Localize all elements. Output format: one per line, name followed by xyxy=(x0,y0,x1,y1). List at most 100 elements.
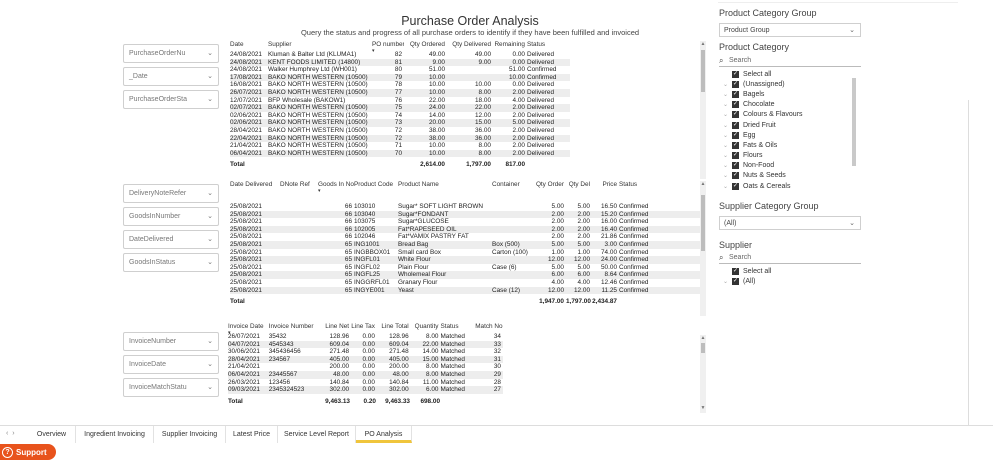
column-header[interactable]: Product Name xyxy=(398,181,492,188)
table-row[interactable]: 02/06/2021 BAKO NORTH WESTERN (10500) 74 14… xyxy=(230,112,570,120)
supplier-category-group-dropdown[interactable]: (All) ⌄ xyxy=(719,216,861,231)
checkbox-icon[interactable]: ✓ xyxy=(732,182,739,190)
column-header[interactable]: Supplier xyxy=(268,41,372,48)
chevron-down-icon[interactable]: ⌄ xyxy=(719,152,732,159)
table-row[interactable]: 12/07/2021 BFP Wholesale (BAKOW1) 76 22.00 1… xyxy=(230,97,570,105)
tab-supplier-invoicing[interactable]: Supplier Invoicing xyxy=(154,426,226,443)
column-header[interactable]: Line Tax xyxy=(351,323,377,330)
column-header[interactable]: DNote Ref xyxy=(280,181,318,188)
chevron-down-icon[interactable]: ⌄ xyxy=(719,172,732,179)
po-table-scrollbar[interactable]: ▲ xyxy=(700,41,706,179)
chevron-down-icon[interactable]: ⌄ xyxy=(719,278,732,285)
column-header[interactable]: Qty Del xyxy=(566,181,592,188)
product-category-search[interactable]: ⌕ Search xyxy=(719,55,861,67)
chevron-down-icon[interactable]: ⌄ xyxy=(719,81,732,88)
category-item[interactable]: ⌄ ✓ Non-Food xyxy=(719,161,861,171)
checkbox-icon[interactable]: ✓ xyxy=(732,172,739,180)
slicer-dropdown[interactable]: GoodsInNumber ⌄ xyxy=(123,207,219,226)
column-header[interactable]: Product Code xyxy=(354,181,398,188)
column-header[interactable]: Goods In No xyxy=(318,181,354,188)
category-item[interactable]: ⌄ ✓ Bagels xyxy=(719,89,861,99)
tab-ingredient-invoicing[interactable]: Ingredient Invoicing xyxy=(76,426,154,443)
column-header[interactable]: Remaining xyxy=(493,41,527,48)
slicer-dropdown[interactable]: DeliveryNoteRefer ⌄ xyxy=(123,184,219,203)
tab-nav-arrows[interactable]: ‹ › xyxy=(6,430,15,437)
table-row[interactable]: 25/08/2021 65 INGYE001 Yeast Case (12) 12.00 1… xyxy=(230,286,700,295)
table-row[interactable]: 02/06/2021 BAKO NORTH WESTERN (10500) 73 20… xyxy=(230,119,570,127)
slicer-dropdown[interactable]: _Date ⌄ xyxy=(123,67,219,86)
table-row[interactable]: 22/04/2021 BAKO NORTH WESTERN (10500) 72 38… xyxy=(230,134,570,143)
category-item[interactable]: ⌄ ✓ (Unassigned) xyxy=(719,79,861,89)
table-row[interactable]: 25/08/2021 66 103040 Sugar*FONDANT 2.00 2.00 1… xyxy=(230,210,700,219)
checkbox-icon[interactable]: ✓ xyxy=(732,131,739,139)
table-row[interactable]: 25/08/2021 66 103010 Sugar* SOFT LIGHT BROW… xyxy=(230,203,700,211)
table-row[interactable]: 06/04/2021 BAKO NORTH WESTERN (10500) 70 10… xyxy=(230,149,570,158)
supplier-item[interactable]: ✓ Select all xyxy=(719,266,861,276)
support-button[interactable]: ? Support xyxy=(0,444,56,460)
column-header[interactable]: Qty Order xyxy=(532,181,566,188)
slicer-dropdown[interactable]: DateDelivered ⌄ xyxy=(123,230,219,249)
table-row[interactable]: 16/08/2021 BAKO NORTH WESTERN (10500) 78 10… xyxy=(230,81,570,89)
checkbox-icon[interactable]: ✓ xyxy=(732,267,739,275)
checkbox-icon[interactable]: ✓ xyxy=(732,141,739,149)
table-row[interactable]: 04/07/2021 4545343 609.04 0.00 609.04 22.00 Ma… xyxy=(228,340,503,349)
table-row[interactable]: 30/06/2021 345436456 271.48 0.00 271.48 14.00… xyxy=(228,348,503,356)
category-list-scrollbar[interactable] xyxy=(851,78,857,166)
chevron-down-icon[interactable]: ⌄ xyxy=(719,142,732,149)
category-item[interactable]: ⌄ ✓ Nuts & Seeds xyxy=(719,171,861,181)
column-header[interactable]: Date xyxy=(230,41,268,48)
table-row[interactable]: 28/04/2021 BAKO NORTH WESTERN (10500) 72 38… xyxy=(230,127,570,135)
table-row[interactable]: 21/04/2021 BAKO NORTH WESTERN (10500) 71 10… xyxy=(230,142,570,150)
checkbox-icon[interactable]: ✓ xyxy=(732,152,739,160)
category-item[interactable]: ⌄ ✓ Colours & Flavours xyxy=(719,110,861,120)
category-item[interactable]: ✓ Select all xyxy=(719,69,861,79)
checkbox-icon[interactable]: ✓ xyxy=(732,121,739,129)
column-header[interactable]: PO number xyxy=(372,41,404,48)
table-row[interactable]: 25/08/2021 65 INGGRFL01 Granary Flour 4.00 4.… xyxy=(230,279,700,287)
table-row[interactable]: 25/08/2021 65 ING1001 Bread Bag Box (500) 5.0… xyxy=(230,240,700,249)
product-category-group-dropdown[interactable]: Product Group ⌄ xyxy=(719,23,861,37)
tab-service-level-report[interactable]: Service Level Report xyxy=(278,426,356,443)
slicer-dropdown[interactable]: GoodsInStatus ⌄ xyxy=(123,253,219,272)
category-item[interactable]: ⌄ ✓ Oats & Cereals xyxy=(719,181,861,191)
column-header[interactable]: Status xyxy=(527,41,567,48)
table-row[interactable]: 25/08/2021 66 102005 Fat*RAPESEED OIL 2.00 2.… xyxy=(230,225,700,234)
checkbox-icon[interactable]: ✓ xyxy=(732,162,739,170)
column-header[interactable]: Invoice Date xyxy=(228,323,269,330)
column-header[interactable]: Qty Delivered xyxy=(447,41,493,48)
category-item[interactable]: ⌄ ✓ Fats & Oils xyxy=(719,140,861,150)
column-header[interactable]: Line Net xyxy=(319,323,351,330)
tab-overview[interactable]: Overview xyxy=(28,426,76,443)
table-row[interactable]: 28/04/2021 234567 405.00 0.00 405.00 15.00 Mat… xyxy=(228,355,503,364)
table-row[interactable]: 25/08/2021 65 INGFL02 Plain Flour Case (6) 5.… xyxy=(230,264,700,272)
tab-po-analysis[interactable]: PO Analysis xyxy=(356,426,412,443)
table-row[interactable]: 24/08/2021 Kluman & Balter Ltd (KLUMA1) 82… xyxy=(230,51,570,59)
category-item[interactable]: ⌄ ✓ Dried Fruit xyxy=(719,120,861,130)
category-item[interactable]: ⌄ ✓ Egg xyxy=(719,130,861,140)
category-item[interactable]: ⌄ ✓ Chocolate xyxy=(719,100,861,110)
checkbox-icon[interactable]: ✓ xyxy=(732,111,739,119)
category-item[interactable]: ⌄ ✓ Flours xyxy=(719,151,861,161)
column-header[interactable]: Qty Ordered xyxy=(404,41,447,48)
table-row[interactable]: 06/04/2021 23445567 48.00 0.00 48.00 8.00 Matc… xyxy=(228,370,503,379)
table-row[interactable]: 24/08/2021 KENT FOODS LIMITED (14800) 81 9.… xyxy=(230,58,570,67)
checkbox-icon[interactable]: ✓ xyxy=(732,70,739,78)
table-row[interactable]: 26/07/2021 35432 128.96 0.00 128.96 8.00 Match… xyxy=(228,333,503,341)
column-header[interactable]: Price xyxy=(592,181,619,188)
column-header[interactable]: Invoice Number xyxy=(269,323,320,330)
supplier-search[interactable]: ⌕ Search xyxy=(719,252,861,265)
column-header[interactable]: Line Total xyxy=(377,323,411,330)
supplier-item[interactable]: ⌄ ✓ (All) xyxy=(719,276,861,286)
table-row[interactable]: 25/08/2021 66 103075 Sugar*GLUCOSE 2.00 2.00 1… xyxy=(230,218,700,226)
chevron-down-icon[interactable]: ⌄ xyxy=(719,132,732,139)
table-row[interactable]: 25/08/2021 65 INGFL01 White Flour 12.00 12.00… xyxy=(230,256,700,264)
table-row[interactable]: 25/08/2021 65 INGFL25 Wholemeal Flour 6.00 6.… xyxy=(230,271,700,279)
slicer-dropdown[interactable]: InvoiceMatchStatu ⌄ xyxy=(123,378,219,397)
column-header[interactable]: Status xyxy=(619,181,659,188)
column-header[interactable]: Status xyxy=(440,323,475,330)
checkbox-icon[interactable]: ✓ xyxy=(732,278,739,286)
table-row[interactable]: 09/03/2021 2345324523 302.00 0.00 302.00 6.00… xyxy=(228,386,503,394)
slicer-dropdown[interactable]: PurchaseOrderNu ⌄ xyxy=(123,44,219,63)
checkbox-icon[interactable]: ✓ xyxy=(732,101,739,109)
column-header[interactable]: Container xyxy=(492,181,532,188)
